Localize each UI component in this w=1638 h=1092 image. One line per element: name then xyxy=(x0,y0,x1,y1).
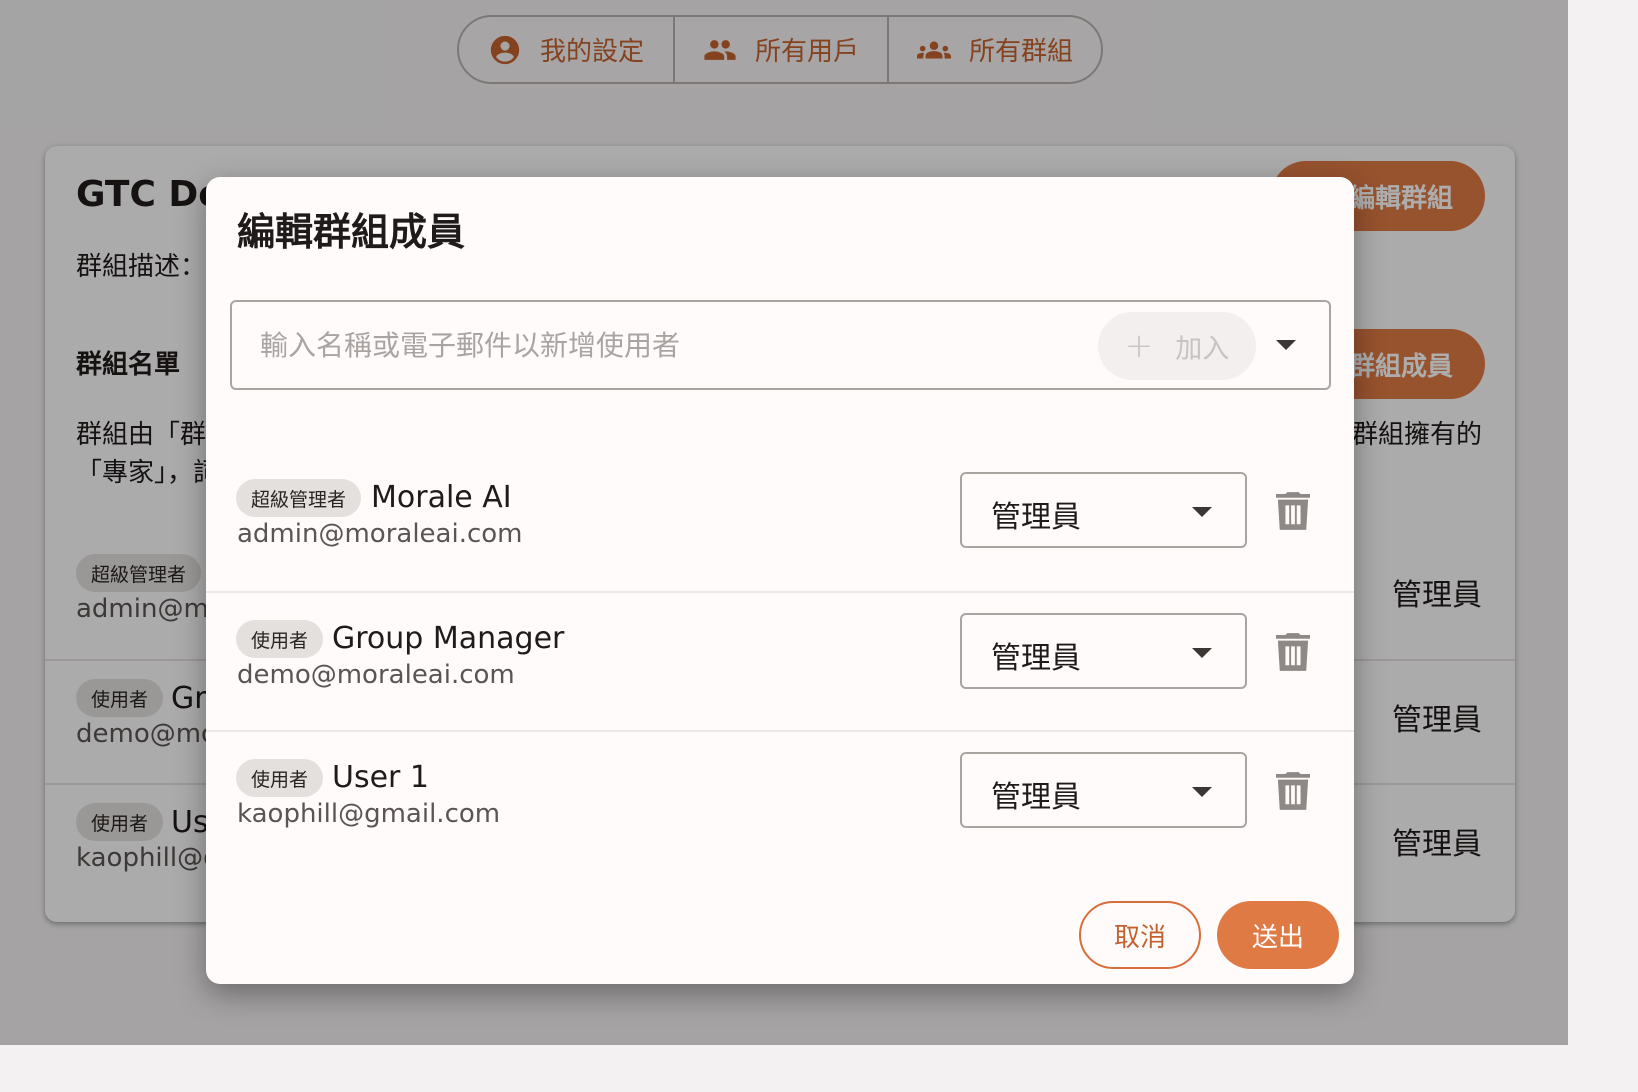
role-select-value: 管理員 xyxy=(991,641,1081,676)
add-user-combobox[interactable]: + 加入 xyxy=(230,300,1331,390)
role-chip: 使用者 xyxy=(236,620,324,658)
role-select[interactable]: 管理員 xyxy=(960,613,1247,689)
trash-icon xyxy=(1276,772,1310,810)
role-chip: 使用者 xyxy=(236,759,324,797)
delete-member-button[interactable] xyxy=(1276,492,1310,530)
plus-icon: + xyxy=(1124,326,1154,366)
member-row: 超級管理者 Morale AI admin@moraleai.com 管理員 xyxy=(206,452,1354,592)
chevron-down-icon xyxy=(1192,648,1212,658)
chevron-down-icon xyxy=(1192,787,1212,797)
member-email: admin@moraleai.com xyxy=(237,519,523,549)
delete-member-button[interactable] xyxy=(1276,633,1310,671)
submit-button[interactable]: 送出 xyxy=(1217,901,1339,969)
chevron-down-icon xyxy=(1192,507,1212,517)
trash-icon xyxy=(1276,492,1310,530)
trash-icon xyxy=(1276,633,1310,671)
member-email: demo@moraleai.com xyxy=(237,660,515,690)
role-select[interactable]: 管理員 xyxy=(960,472,1247,548)
member-name: Morale AI xyxy=(371,480,512,515)
dialog-title: 編輯群組成員 xyxy=(237,210,466,254)
add-user-button[interactable]: + 加入 xyxy=(1098,312,1256,380)
delete-member-button[interactable] xyxy=(1276,772,1310,810)
add-user-label: 加入 xyxy=(1175,333,1230,365)
member-name: User 1 xyxy=(332,760,430,795)
member-email: kaophill@gmail.com xyxy=(237,799,501,829)
cancel-button[interactable]: 取消 xyxy=(1079,901,1201,969)
role-select-value: 管理員 xyxy=(991,500,1081,535)
role-select[interactable]: 管理員 xyxy=(960,752,1247,828)
member-name: Group Manager xyxy=(332,621,565,656)
edit-members-dialog: 編輯群組成員 + 加入 超級管理者 Morale AI admin@morale… xyxy=(206,177,1354,984)
role-chip: 超級管理者 xyxy=(236,479,362,517)
member-row: 使用者 Group Manager demo@moraleai.com 管理員 xyxy=(206,591,1354,731)
role-select-value: 管理員 xyxy=(991,780,1081,815)
chevron-down-icon[interactable] xyxy=(1276,340,1296,350)
search-input[interactable] xyxy=(260,302,1080,388)
member-row: 使用者 User 1 kaophill@gmail.com 管理員 xyxy=(206,730,1354,870)
